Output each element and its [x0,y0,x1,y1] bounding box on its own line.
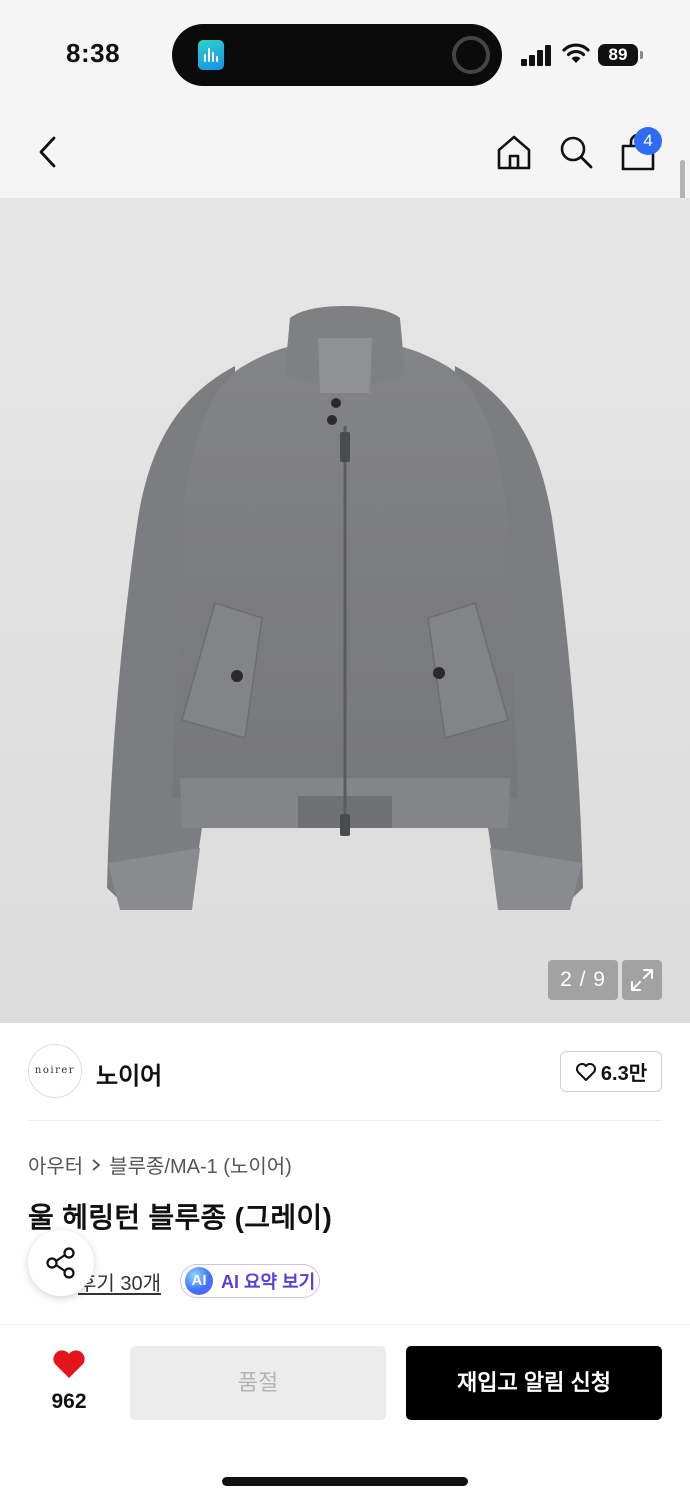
brand-like-count: 6.3만 [600,1063,648,1085]
breadcrumb-subcategory[interactable]: 블루종/MA-1 (노이어) [109,1150,292,1179]
ai-icon: AI [185,1267,213,1295]
product-title: 울 헤링턴 블루종 (그레이) [28,1202,333,1233]
divider [28,1120,662,1121]
voice-memo-icon [198,40,224,70]
ai-summary-button[interactable]: AI AI 요약 보기 [180,1264,320,1298]
battery-indicator: 89 [598,44,638,66]
chevron-right-icon [91,1158,101,1172]
share-icon [46,1247,75,1279]
wishlist-count: 962 [51,1390,87,1413]
heart-outline-icon [575,1062,596,1081]
back-button[interactable] [24,128,72,176]
chevron-left-icon [39,136,56,168]
home-indicator [222,1477,468,1486]
restock-alert-button[interactable]: 재입고 알림 신청 [406,1346,662,1420]
home-icon [497,135,531,170]
battery-cap [640,51,643,59]
brand-name[interactable]: 노이어 [96,1056,162,1091]
ai-summary-label: AI 요약 보기 [221,1272,316,1292]
breadcrumb-category[interactable]: 아우터 [28,1150,83,1179]
brand-logo[interactable]: noirer [28,1044,82,1098]
status-time: 8:38 [66,38,121,68]
recording-ring-icon [452,36,490,74]
product-photo-jacket [107,306,583,910]
status-bar: 8:38 89 [0,0,690,110]
share-button[interactable] [28,1230,94,1296]
soldout-button[interactable]: 품절 [130,1346,386,1420]
product-detail-page: 8:38 89 4 2 / 9 noirer 노이어 6.3만 아우터 블루종/… [0,0,690,1500]
wifi-icon [562,43,590,63]
breadcrumb: 아우터 블루종/MA-1 (노이어) [28,1150,292,1179]
top-navigation [0,110,690,198]
expand-image-button[interactable] [622,960,662,1000]
expand-icon [631,969,653,991]
search-icon [560,136,593,169]
heart-filled-icon [53,1350,85,1378]
product-image-gallery[interactable] [0,198,690,1023]
image-counter: 2 / 9 [548,960,618,1000]
search-button[interactable] [552,128,600,176]
home-button[interactable] [490,128,538,176]
dynamic-island [172,24,502,86]
brand-like-button[interactable]: 6.3만 [560,1051,662,1092]
cart-count-badge: 4 [634,127,662,155]
cellular-signal-icon [521,44,553,66]
